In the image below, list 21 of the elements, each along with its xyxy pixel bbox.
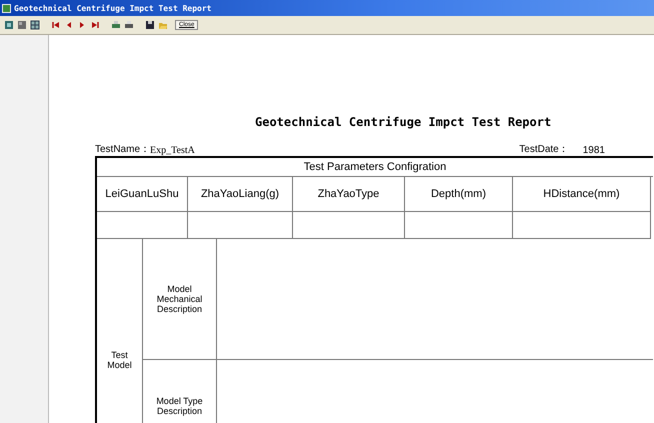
row-label: Model Mechanical Description xyxy=(143,239,217,359)
first-page-icon[interactable] xyxy=(51,20,61,30)
printer-icon[interactable] xyxy=(111,20,121,30)
window-title: Geotechnical Centrifuge Impct Test Report xyxy=(14,4,212,12)
section-label: Test Model xyxy=(97,239,143,423)
column-header: ZhaYaoLiang(g) xyxy=(188,177,293,212)
last-page-icon[interactable] xyxy=(90,20,100,30)
test-date-label: TestDate： xyxy=(519,143,569,156)
test-name-label: TestName： xyxy=(95,143,150,155)
column-header: HDistance(mm) xyxy=(513,177,651,212)
test-name-value: Exp_TestA xyxy=(150,145,195,156)
row-label: Model Type Description xyxy=(143,360,217,423)
report-title: Geotechnical Centrifuge Impct Test Report xyxy=(255,115,552,131)
column-header: ZhaYaoType xyxy=(293,177,405,212)
save-icon[interactable] xyxy=(145,20,155,30)
table-title: Test Parameters Configration xyxy=(97,158,653,177)
table-icon[interactable] xyxy=(30,20,40,30)
app-icon xyxy=(2,4,11,12)
column-header: Depth(mm) xyxy=(405,177,513,212)
test-date-value: 1981 xyxy=(582,145,605,156)
column-header: LeiGuanLuShu xyxy=(97,177,188,212)
